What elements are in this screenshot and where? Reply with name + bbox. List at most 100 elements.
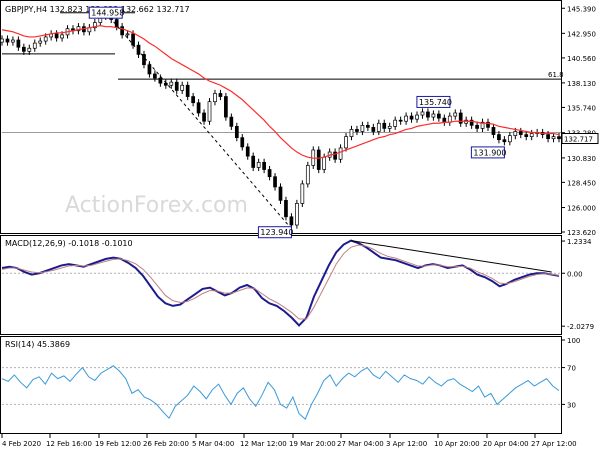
- candle-body: [251, 155, 256, 168]
- xtick-label: 27 Mar 04:00: [337, 440, 384, 448]
- xtick-label: 12 Mar 12:00: [240, 440, 287, 448]
- candle-body: [224, 96, 228, 118]
- candle-body: [131, 33, 135, 46]
- last-price-label: 132.717: [564, 136, 593, 144]
- price-ytick-label: 130.830: [567, 155, 596, 163]
- candle-body: [163, 82, 168, 86]
- candle-body: [267, 169, 272, 178]
- candle-body: [229, 116, 234, 127]
- macd-title: MACD(12,26,9) -0.1018 -0.1010: [5, 239, 133, 248]
- candle-body: [518, 131, 523, 135]
- candle-body: [382, 122, 387, 129]
- xtick-label: 27 Apr 12:00: [531, 440, 577, 448]
- candle-body: [376, 122, 381, 132]
- xtick-label: 10 Apr 20:00: [434, 440, 480, 448]
- candle-body: [180, 84, 185, 91]
- price-ytick-label: 142.950: [567, 30, 596, 38]
- candle-body: [295, 203, 299, 226]
- candle-body: [174, 81, 179, 91]
- xtick-label: 19 Feb 12:00: [95, 440, 141, 448]
- candle-body: [142, 54, 146, 66]
- candle-body: [300, 183, 305, 204]
- candle-body: [196, 102, 201, 114]
- price-ytick-label: 138.130: [567, 80, 596, 88]
- candle-body: [453, 112, 458, 117]
- candle-body: [273, 176, 277, 188]
- candle-body: [191, 96, 195, 104]
- candle-body: [409, 115, 414, 120]
- candle-body: [169, 81, 174, 86]
- candle-body: [278, 186, 283, 201]
- xtick-label: 4 Feb 2020: [2, 440, 41, 448]
- price-ytick-label: 135.740: [567, 104, 596, 112]
- candle-body: [398, 119, 403, 122]
- chart-canvas: ActionForex.com GBPJPY,H4 132.823 133.02…: [0, 0, 600, 450]
- candle-body: [508, 135, 512, 143]
- macd-ytick-label: 0.00: [567, 270, 583, 278]
- price-ytick-label: 128.450: [567, 179, 596, 187]
- candle-body: [404, 115, 408, 122]
- price-ytick-label: 126.000: [567, 205, 596, 213]
- candle-body: [289, 216, 294, 226]
- candle-body: [387, 126, 392, 129]
- candle-body: [218, 93, 223, 97]
- annotation-label: 131.900: [473, 148, 506, 157]
- candle-body: [491, 127, 496, 135]
- candle-body: [125, 33, 130, 36]
- candle-body: [497, 134, 501, 141]
- candle-body: [349, 129, 354, 137]
- candle-body: [114, 19, 119, 28]
- candle-body: [213, 93, 217, 103]
- candle-body: [240, 137, 245, 148]
- candle-body: [393, 119, 398, 127]
- candle-body: [502, 139, 507, 143]
- candle-body: [524, 134, 529, 137]
- candle-body: [305, 165, 310, 185]
- candle-body: [415, 114, 419, 120]
- candle-body: [0, 38, 4, 43]
- macd-ytick-label: 1.2334: [567, 238, 592, 246]
- candle-body: [551, 136, 556, 140]
- macd-ytick-label: -2.0279: [567, 323, 594, 331]
- candle-body: [360, 124, 365, 132]
- candle-body: [475, 124, 479, 129]
- rsi-title: RSI(14) 45.3869: [5, 340, 70, 349]
- price-ytick-label: 123.620: [567, 229, 596, 237]
- watermark: ActionForex.com: [65, 193, 248, 218]
- candle-body: [284, 199, 288, 218]
- xtick-label: 19 Mar 20:00: [289, 440, 336, 448]
- candle-body: [158, 77, 163, 84]
- candle-body: [437, 113, 441, 119]
- candle-body: [27, 47, 32, 52]
- candle-body: [11, 39, 15, 43]
- rsi-ytick-label: 30: [567, 401, 576, 409]
- candle-body: [54, 33, 59, 39]
- rsi-ytick-label: 100: [567, 337, 580, 345]
- candle-body: [262, 161, 266, 170]
- candle-body: [38, 40, 43, 44]
- candle-body: [153, 73, 157, 79]
- candle-body: [371, 127, 376, 132]
- candle-body: [16, 39, 21, 48]
- candle-body: [147, 64, 152, 75]
- candle-body: [5, 38, 10, 43]
- candle-body: [426, 111, 430, 118]
- candle-body: [21, 46, 26, 52]
- candle-body: [245, 146, 250, 157]
- candle-body: [185, 84, 190, 97]
- candle-body: [431, 113, 436, 118]
- candle-body: [43, 36, 48, 42]
- annotation-label: 144.958: [91, 9, 124, 18]
- price-ytick-label: 145.390: [567, 5, 596, 13]
- candle-body: [207, 101, 212, 122]
- candle-body: [442, 117, 447, 123]
- annotation-label: 135.740: [419, 98, 452, 107]
- candle-body: [546, 134, 550, 140]
- candle-body: [234, 126, 239, 139]
- candle-body: [338, 147, 343, 160]
- candle-body: [256, 161, 261, 168]
- candle-body: [322, 156, 327, 170]
- candle-body: [557, 136, 561, 140]
- candle-body: [447, 115, 452, 123]
- candle-body: [60, 34, 64, 39]
